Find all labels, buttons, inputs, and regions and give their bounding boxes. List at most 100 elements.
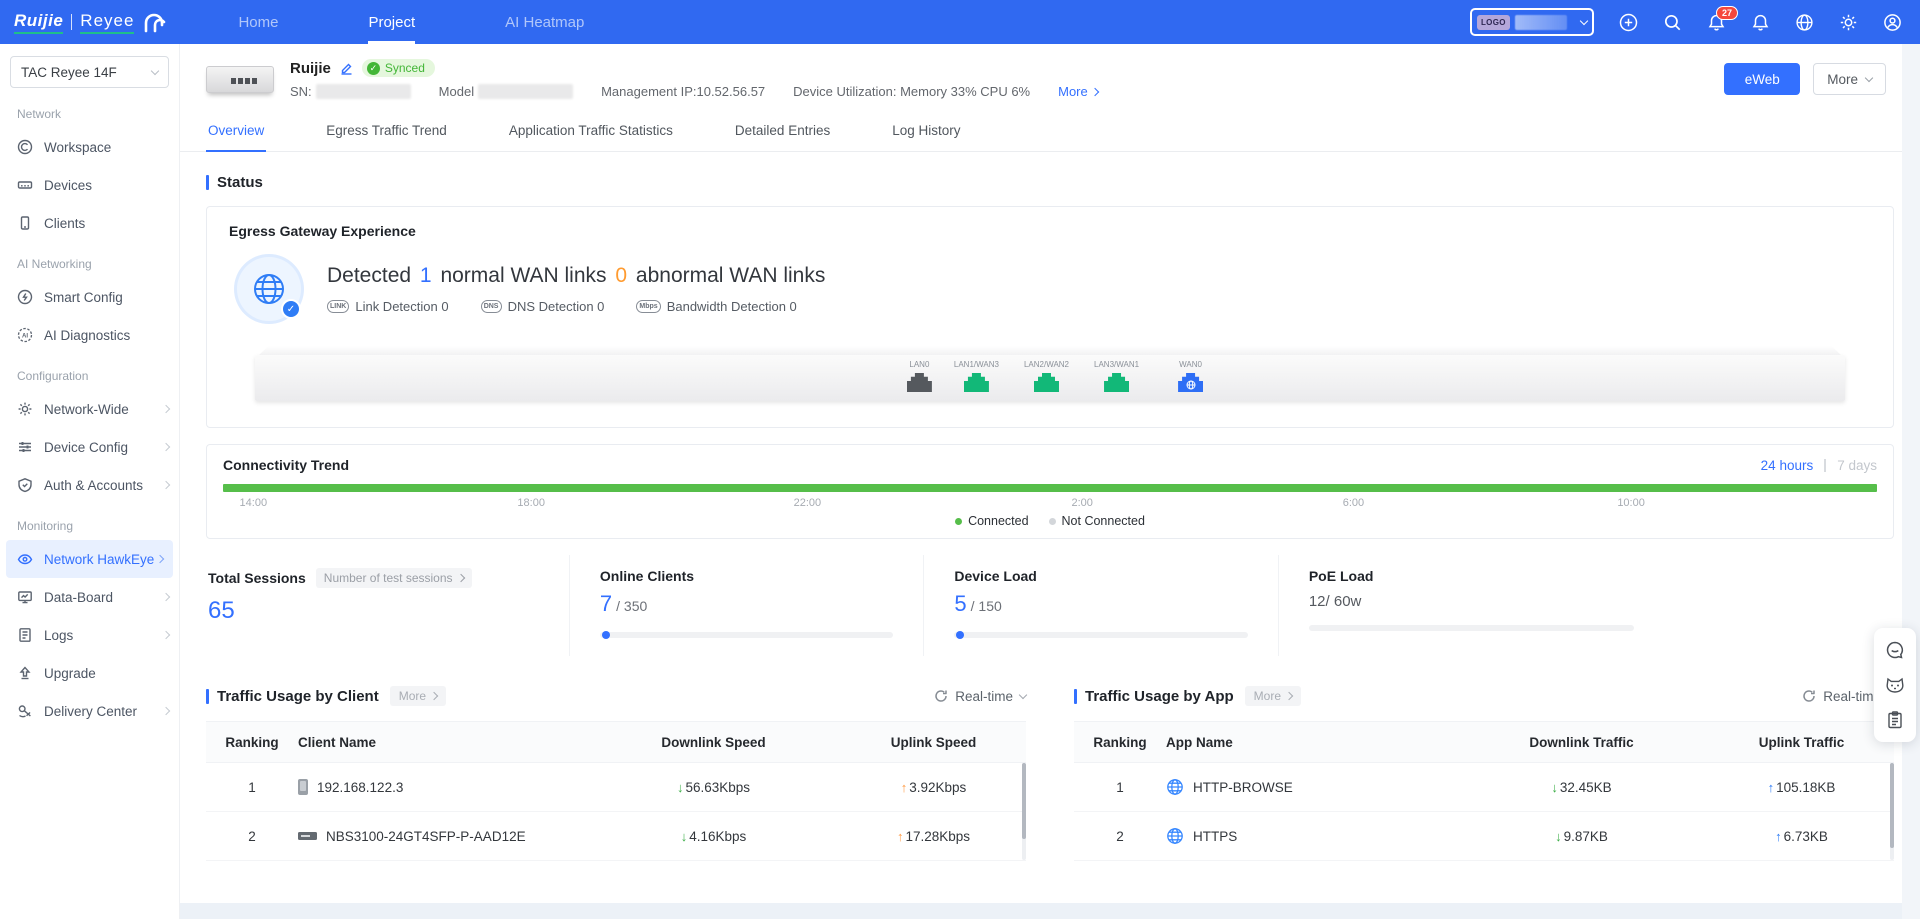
- sidebar-item-label: Upgrade: [44, 666, 96, 681]
- port-label: LAN1/WAN3: [954, 360, 999, 369]
- tick-6-00: 6:00: [1343, 497, 1364, 509]
- tab-overview[interactable]: Overview: [206, 109, 266, 151]
- client-more-button[interactable]: More: [390, 686, 446, 706]
- sidebar-item-device-config[interactable]: Device Config: [0, 428, 179, 466]
- chevron-down-icon: [151, 66, 159, 74]
- wan-detection-headline: Detected 1 normal WAN links 0 abnormal W…: [327, 264, 825, 288]
- chevron-right-icon: [430, 692, 438, 700]
- link-detection-label: Link Detection 0: [355, 299, 448, 314]
- refresh-icon: [934, 689, 948, 703]
- tab-log-history[interactable]: Log History: [890, 109, 962, 151]
- sidebar-item-upgrade[interactable]: Upgrade: [0, 654, 179, 692]
- col-ranking: Ranking: [206, 735, 298, 750]
- abnormal-wan-text: abnormal WAN links: [636, 264, 825, 287]
- notification-bell-icon[interactable]: [1751, 13, 1770, 32]
- nav-item-ai-heatmap[interactable]: AI Heatmap: [505, 0, 584, 44]
- shield-check-badge-icon: ✓: [281, 299, 301, 319]
- down-arrow-icon: ↓: [677, 780, 684, 795]
- account-icon[interactable]: [1883, 13, 1902, 32]
- bandwidth-detection: Mbps Bandwidth Detection 0: [636, 299, 796, 314]
- sidebar-item-workspace[interactable]: Workspace: [0, 128, 179, 166]
- scrollbar-thumb[interactable]: [1890, 763, 1894, 848]
- sidebar-item-delivery-center[interactable]: Delivery Center: [0, 692, 179, 730]
- chevron-right-icon: [1285, 692, 1293, 700]
- sidebar-item-ai-diagnostics[interactable]: AI AI Diagnostics: [0, 316, 179, 354]
- fox-feedback-icon[interactable]: [1885, 675, 1905, 695]
- tab-detailed-entries[interactable]: Detailed Entries: [733, 109, 832, 151]
- device-more-link[interactable]: More: [1058, 84, 1098, 99]
- port-label: LAN3/WAN1: [1094, 360, 1139, 369]
- sidebar-item-label: Smart Config: [44, 290, 123, 305]
- eweb-button[interactable]: eWeb: [1724, 63, 1800, 95]
- col-uplink-traffic: Uplink Traffic: [1709, 735, 1894, 750]
- brand-divider: [71, 14, 72, 30]
- top-navbar: Ruijie Reyee Home Project AI Heatmap LOG…: [0, 0, 1920, 44]
- chat-bubble-icon[interactable]: [1885, 640, 1905, 660]
- sn-label: SN:: [290, 84, 312, 99]
- stats-row: Total Sessions Number of test sessions 6…: [206, 555, 1894, 656]
- check-icon: ✓: [367, 62, 380, 75]
- chevron-right-icon: [162, 481, 170, 489]
- range-7-days[interactable]: 7 days: [1837, 458, 1877, 473]
- test-sessions-badge[interactable]: Number of test sessions: [316, 568, 472, 588]
- project-selector[interactable]: TAC Reyee 14F: [10, 56, 169, 88]
- sidebar-item-network-wide[interactable]: Network-Wide: [0, 390, 179, 428]
- app-more-button[interactable]: More: [1245, 686, 1301, 706]
- redacted-sn-value: [316, 84, 411, 99]
- poe-load-value: 12/ 60w: [1309, 593, 1864, 610]
- client-table-header: Ranking Client Name Downlink Speed Uplin…: [206, 721, 1026, 763]
- device-name: Ruijie: [290, 60, 331, 77]
- sidebar-item-label: AI Diagnostics: [44, 328, 130, 343]
- app-globe-icon: [1166, 778, 1184, 796]
- client-section-title: Traffic Usage by Client: [206, 688, 379, 705]
- nav-item-project[interactable]: Project: [368, 0, 415, 44]
- tab-egress-traffic-trend[interactable]: Egress Traffic Trend: [324, 109, 449, 151]
- client-name-cell: NBS3100-24GT4SFP-P-AAD12E: [326, 829, 526, 844]
- table-scrollbar: [1890, 763, 1894, 860]
- language-globe-icon[interactable]: [1795, 13, 1814, 32]
- more-dropdown-button[interactable]: More: [1813, 63, 1886, 95]
- tab-application-traffic-statistics[interactable]: Application Traffic Statistics: [507, 109, 675, 151]
- tick-14-00: 14:00: [240, 497, 268, 509]
- sidebar-item-auth-accounts[interactable]: Auth & Accounts: [0, 466, 179, 504]
- project-search-box[interactable]: LOGO: [1470, 8, 1594, 36]
- dns-detection: DNS DNS Detection 0: [481, 299, 605, 314]
- nav-item-home[interactable]: Home: [238, 0, 278, 44]
- data-board-monitor-icon: [17, 589, 33, 605]
- sidebar-item-smart-config[interactable]: Smart Config: [0, 278, 179, 316]
- scrollbar-thumb[interactable]: [1022, 763, 1026, 839]
- phone-icon: [298, 779, 308, 795]
- sync-status-badge: ✓ Synced: [362, 59, 435, 77]
- app-name-cell: HTTP-BROWSE: [1193, 780, 1293, 795]
- alarm-bell-icon[interactable]: 27: [1707, 13, 1726, 32]
- sidebar-section-monitoring: Monitoring: [0, 504, 179, 540]
- uplink-cell: 105.18KB: [1776, 780, 1835, 795]
- clipboard-icon[interactable]: [1885, 710, 1905, 730]
- device-load-progress: [954, 632, 1247, 638]
- sidebar-item-network-hawkeye[interactable]: Network HawkEye: [6, 540, 173, 578]
- search-icon[interactable]: [1663, 13, 1682, 32]
- add-project-icon[interactable]: [1619, 13, 1638, 32]
- sidebar-item-devices[interactable]: Devices: [0, 166, 179, 204]
- chevron-right-icon: [456, 574, 464, 582]
- sidebar-item-logs[interactable]: Logs: [0, 616, 179, 654]
- page-scrollbar[interactable]: [1902, 44, 1920, 919]
- normal-wan-text: normal WAN links: [440, 264, 606, 287]
- sidebar-item-data-board[interactable]: Data-Board: [0, 578, 179, 616]
- sidebar-item-label: Clients: [44, 216, 85, 231]
- online-clients-label: Online Clients: [600, 568, 694, 584]
- edit-pencil-icon[interactable]: [340, 62, 353, 75]
- col-client-name: Client Name: [298, 735, 586, 750]
- sidebar-item-label: Data-Board: [44, 590, 113, 605]
- main-content: Ruijie ✓ Synced SN: Model Managem: [180, 44, 1920, 919]
- settings-gear-icon[interactable]: [1839, 13, 1858, 32]
- sidebar-item-clients[interactable]: Clients: [0, 204, 179, 242]
- traffic-usage-by-client-section: Traffic Usage by Client More Real-time R…: [206, 686, 1026, 861]
- rj45-wan-port-icon: [1178, 373, 1203, 392]
- rj45-port-icon: [1034, 373, 1059, 392]
- range-24-hours[interactable]: 24 hours: [1761, 458, 1814, 473]
- rank-cell: 1: [1074, 780, 1166, 795]
- client-realtime-dropdown[interactable]: Real-time: [934, 689, 1026, 704]
- rj45-port-icon: [964, 373, 989, 392]
- client-device-icon: [17, 215, 33, 231]
